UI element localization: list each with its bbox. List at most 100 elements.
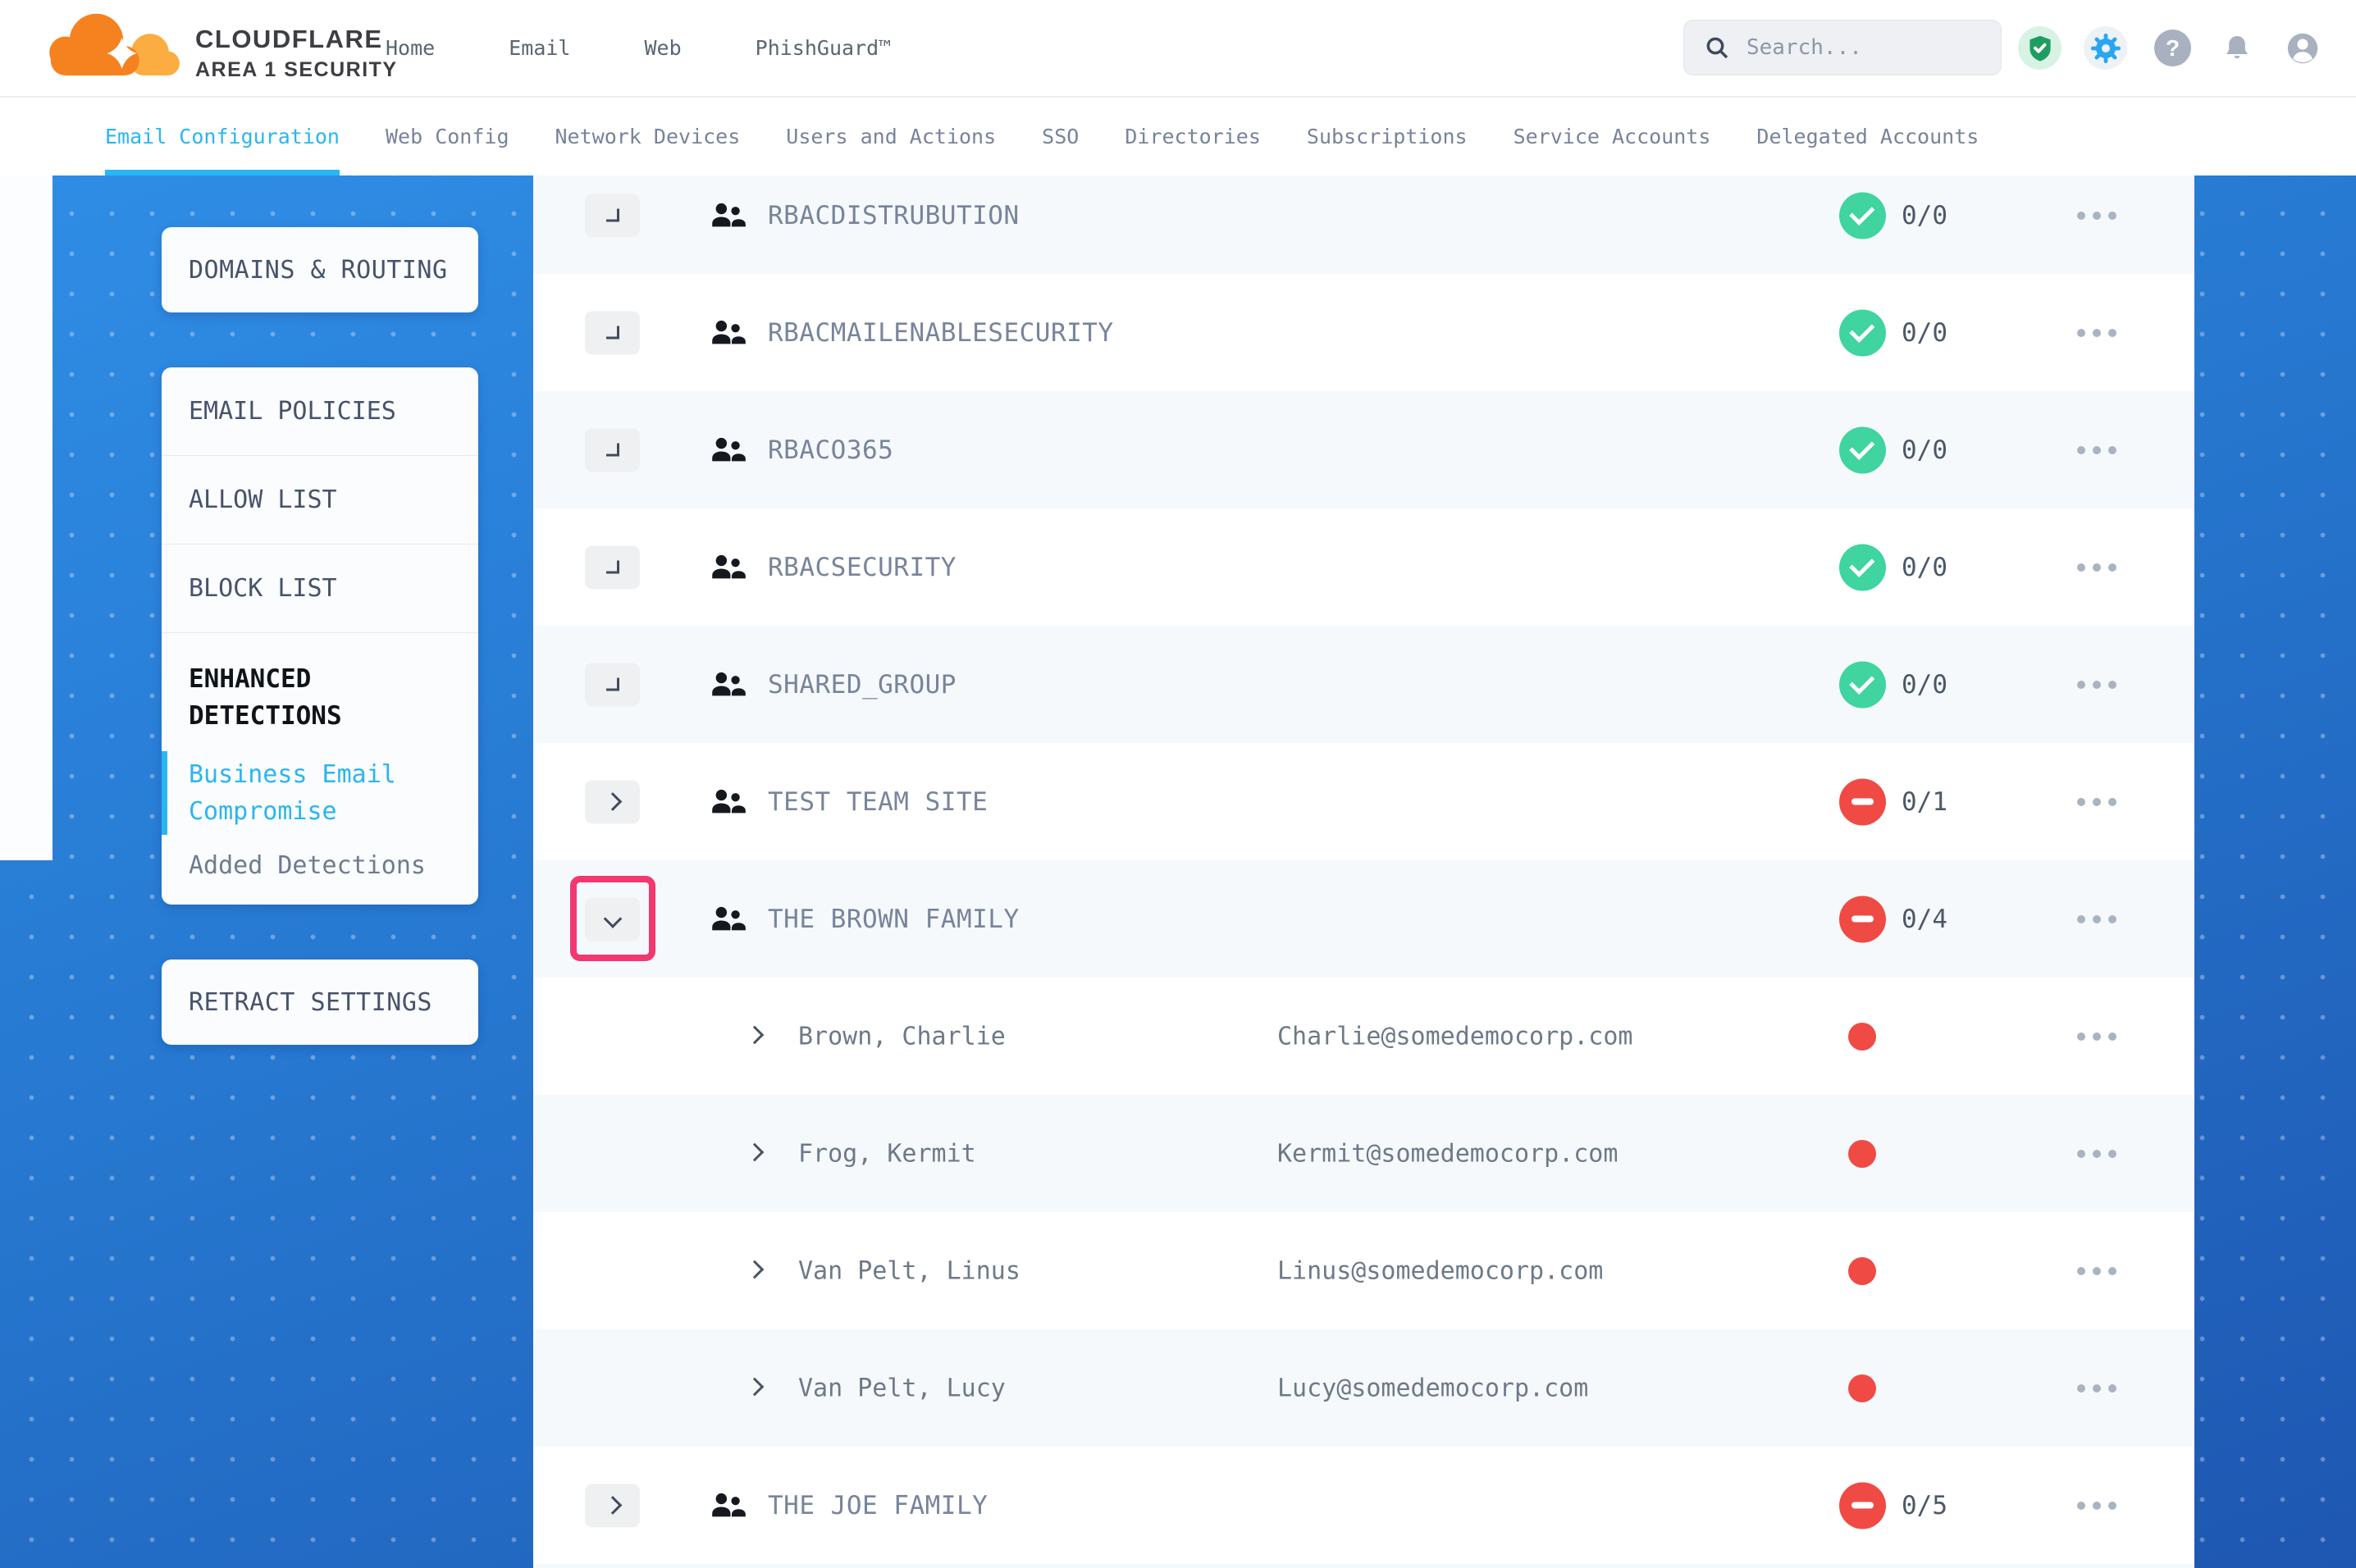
tab-service-accounts[interactable]: Service Accounts xyxy=(1514,98,1711,175)
row-menu-button[interactable] xyxy=(2069,555,2125,580)
config-tab-bar: Email Configuration Web Config Network D… xyxy=(0,97,2356,175)
group-icon xyxy=(709,670,747,700)
tab-web-config[interactable]: Web Config xyxy=(386,98,509,175)
group-icon xyxy=(709,201,747,230)
expand-toggle-button[interactable] xyxy=(585,311,640,354)
check-icon xyxy=(1849,551,1874,577)
tab-network-devices[interactable]: Network Devices xyxy=(555,98,741,175)
tab-delegated-accounts[interactable]: Delegated Accounts xyxy=(1756,98,1979,175)
group-icon xyxy=(709,318,747,348)
member-count: 0/0 xyxy=(1902,435,1947,465)
minus-icon xyxy=(1851,916,1874,923)
sidebar-item-block-list[interactable]: BLOCK LIST xyxy=(162,545,478,633)
status-badge xyxy=(1839,661,1886,708)
expand-toggle-button[interactable] xyxy=(585,194,640,237)
row-menu-button[interactable] xyxy=(2069,1493,2125,1518)
group-icon xyxy=(709,905,747,934)
chevron-icon xyxy=(606,678,619,691)
settings-gear-icon[interactable] xyxy=(2084,26,2127,70)
group-row: RBACO365 0/0 xyxy=(533,391,2194,508)
member-count: 0/0 xyxy=(1902,670,1947,700)
cloudflare-logo[interactable]: CLOUDFLARE AREA 1 SECURITY xyxy=(43,5,398,87)
sidebar-card-retract[interactable]: RETRACT SETTINGS xyxy=(162,959,478,1045)
chevron-right-icon[interactable] xyxy=(746,1142,765,1161)
group-row: RBACSECURITY 0/0 xyxy=(533,508,2194,626)
user-avatar-icon[interactable] xyxy=(2281,26,2324,70)
partial-row xyxy=(533,1564,2194,1568)
status-badge xyxy=(1839,192,1886,239)
group-row: TEST TEAM SITE 0/1 xyxy=(533,743,2194,860)
app-header: CLOUDFLARE AREA 1 SECURITY Home Email We… xyxy=(0,0,2356,97)
member-name: Brown, Charlie xyxy=(798,1022,1006,1051)
sidebar-item-retract-settings[interactable]: RETRACT SETTINGS xyxy=(189,988,432,1017)
group-name: TEST TEAM SITE xyxy=(768,787,988,817)
security-shield-icon[interactable] xyxy=(2018,26,2062,70)
row-menu-button[interactable] xyxy=(2069,321,2125,345)
sidebar-item-email-policies[interactable]: EMAIL POLICIES xyxy=(162,367,478,456)
sidebar-item-added-detections[interactable]: Added Detections xyxy=(189,851,451,880)
row-menu-button[interactable] xyxy=(2069,1142,2125,1166)
member-row: Van Pelt, Lucy Lucy@somedemocorp.com xyxy=(533,1329,2194,1447)
nav-item-email[interactable]: Email xyxy=(509,36,570,60)
chevron-icon xyxy=(603,1496,622,1515)
row-menu-button[interactable] xyxy=(2069,1376,2125,1401)
tab-users-and-actions[interactable]: Users and Actions xyxy=(786,98,996,175)
member-row: Frog, Kermit Kermit@somedemocorp.com xyxy=(533,1095,2194,1212)
nav-item-phishguard[interactable]: PhishGuard™ xyxy=(756,36,892,60)
member-count: 0/0 xyxy=(1902,553,1947,582)
nav-item-web[interactable]: Web xyxy=(644,36,681,60)
sidebar-item-allow-list[interactable]: ALLOW LIST xyxy=(162,456,478,545)
chevron-right-icon[interactable] xyxy=(746,1260,765,1279)
group-icon xyxy=(709,553,747,582)
chevron-icon xyxy=(606,209,619,222)
member-email: Lucy@somedemocorp.com xyxy=(1277,1374,1588,1402)
row-menu-button[interactable] xyxy=(2069,438,2125,463)
expand-toggle-button[interactable] xyxy=(585,663,640,706)
tab-sso[interactable]: SSO xyxy=(1042,98,1079,175)
minus-icon xyxy=(1851,799,1874,805)
row-menu-button[interactable] xyxy=(2069,1024,2125,1049)
member-name: Frog, Kermit xyxy=(798,1139,976,1168)
expand-toggle-button[interactable] xyxy=(585,428,640,472)
check-icon xyxy=(1849,668,1874,694)
search-input[interactable] xyxy=(1745,34,1978,61)
search-icon xyxy=(1704,34,1730,61)
enhanced-detections-heading: ENHANCED DETECTIONS xyxy=(189,661,459,735)
tab-directories[interactable]: Directories xyxy=(1125,98,1261,175)
expand-toggle-button[interactable] xyxy=(585,545,640,589)
brand-product: AREA 1 SECURITY xyxy=(195,58,398,82)
chevron-right-icon[interactable] xyxy=(746,1377,765,1396)
group-name: SHARED_GROUP xyxy=(768,670,957,700)
row-menu-button[interactable] xyxy=(2069,907,2125,932)
expand-toggle-button[interactable] xyxy=(585,1484,640,1527)
chevron-right-icon[interactable] xyxy=(746,1025,765,1044)
tab-subscriptions[interactable]: Subscriptions xyxy=(1307,98,1468,175)
cloudflare-cloud-icon xyxy=(43,5,190,87)
group-row: RBACMAILENABLESECURITY 0/0 xyxy=(533,274,2194,391)
row-menu-button[interactable] xyxy=(2069,672,2125,697)
check-icon xyxy=(1849,199,1874,225)
row-menu-button[interactable] xyxy=(2069,1259,2125,1283)
group-list-panel: RBACDISTRUBUTION 0/0 RBACMAILENABLESECUR… xyxy=(533,175,2194,1568)
alert-dot-icon xyxy=(1848,1023,1876,1051)
expand-toggle-button[interactable] xyxy=(585,780,640,823)
member-count: 0/5 xyxy=(1902,1491,1947,1520)
highlight-annotation-box xyxy=(570,876,655,961)
alert-dot-icon xyxy=(1848,1374,1876,1402)
enhanced-detections-section: ENHANCED DETECTIONS Business Email Compr… xyxy=(162,633,478,880)
status-badge xyxy=(1839,1482,1886,1529)
chevron-icon xyxy=(606,444,619,457)
bell-icon[interactable] xyxy=(2215,26,2258,70)
sidebar-item-domains-routing[interactable]: DOMAINS & ROUTING xyxy=(189,256,448,285)
group-icon xyxy=(709,787,747,817)
row-menu-button[interactable] xyxy=(2069,203,2125,228)
search-box[interactable] xyxy=(1683,20,2002,75)
sidebar-item-business-email-compromise[interactable]: Business Email Compromise xyxy=(189,756,459,830)
left-gutter xyxy=(0,175,53,860)
row-menu-button[interactable] xyxy=(2069,790,2125,814)
sidebar-card-domains[interactable]: DOMAINS & ROUTING xyxy=(162,227,478,312)
tab-email-configuration[interactable]: Email Configuration xyxy=(105,98,340,175)
help-icon[interactable]: ? xyxy=(2151,26,2194,70)
member-row: Van Pelt, Linus Linus@somedemocorp.com xyxy=(533,1212,2194,1329)
nav-item-home[interactable]: Home xyxy=(386,36,435,60)
